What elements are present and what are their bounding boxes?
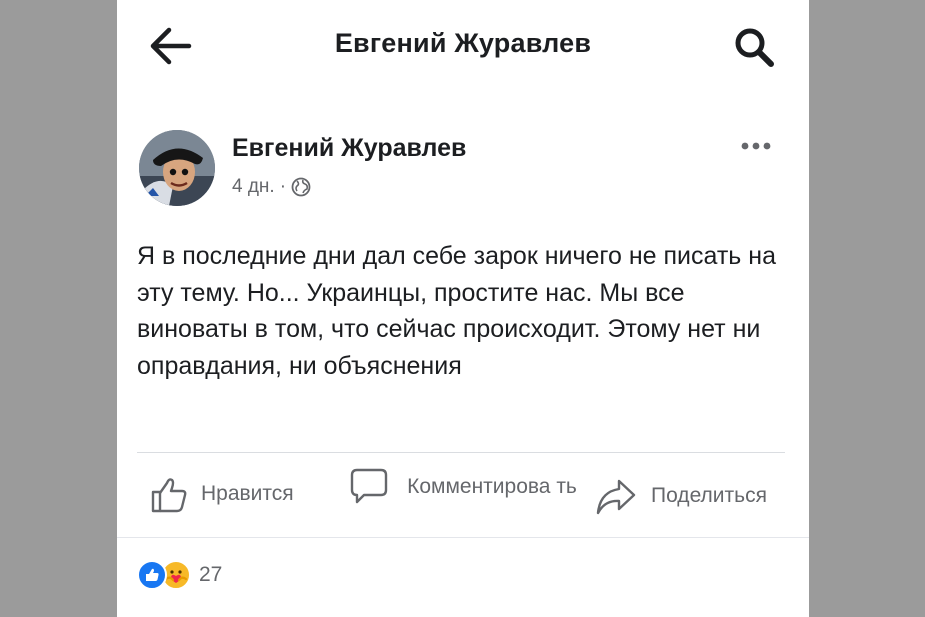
post-text: Я в последние дни дал себе зарок ничего … bbox=[137, 242, 776, 380]
comment-bubble-icon bbox=[350, 468, 388, 504]
post-meta: 4 дн. · bbox=[232, 176, 311, 198]
avatar-photo bbox=[139, 130, 215, 206]
reactions-summary[interactable]: 27 bbox=[137, 560, 222, 590]
author-avatar[interactable] bbox=[139, 130, 215, 206]
search-button[interactable] bbox=[731, 24, 777, 70]
more-options-button[interactable] bbox=[739, 136, 773, 156]
actions-divider bbox=[137, 452, 785, 453]
like-reaction-icon bbox=[137, 560, 167, 590]
author-name[interactable]: Евгений Журавлев bbox=[232, 134, 466, 163]
comment-button[interactable]: Комментирова ть bbox=[349, 466, 587, 506]
post-time[interactable]: 4 дн. bbox=[232, 176, 275, 198]
like-label: Нравится bbox=[201, 482, 294, 505]
search-icon bbox=[735, 28, 774, 67]
share-button[interactable]: Поделиться bbox=[595, 476, 767, 516]
meta-separator: · bbox=[279, 176, 287, 197]
post-screen: Евгений Журавлев Евгений Журавлев 4 дн. … bbox=[117, 0, 809, 617]
top-bar: Евгений Журавлев bbox=[117, 0, 809, 95]
page-title: Евгений Журавлев bbox=[334, 28, 592, 58]
reactions-count: 27 bbox=[199, 563, 223, 586]
thumbs-up-icon bbox=[151, 478, 187, 513]
comment-label: Комментирова ть bbox=[407, 474, 577, 498]
share-arrow-icon bbox=[596, 479, 636, 515]
more-dots-icon bbox=[741, 142, 771, 150]
share-label: Поделиться bbox=[651, 484, 767, 507]
like-button[interactable]: Нравится bbox=[149, 474, 294, 514]
globe-icon bbox=[291, 177, 311, 197]
reactions-divider bbox=[117, 537, 809, 538]
